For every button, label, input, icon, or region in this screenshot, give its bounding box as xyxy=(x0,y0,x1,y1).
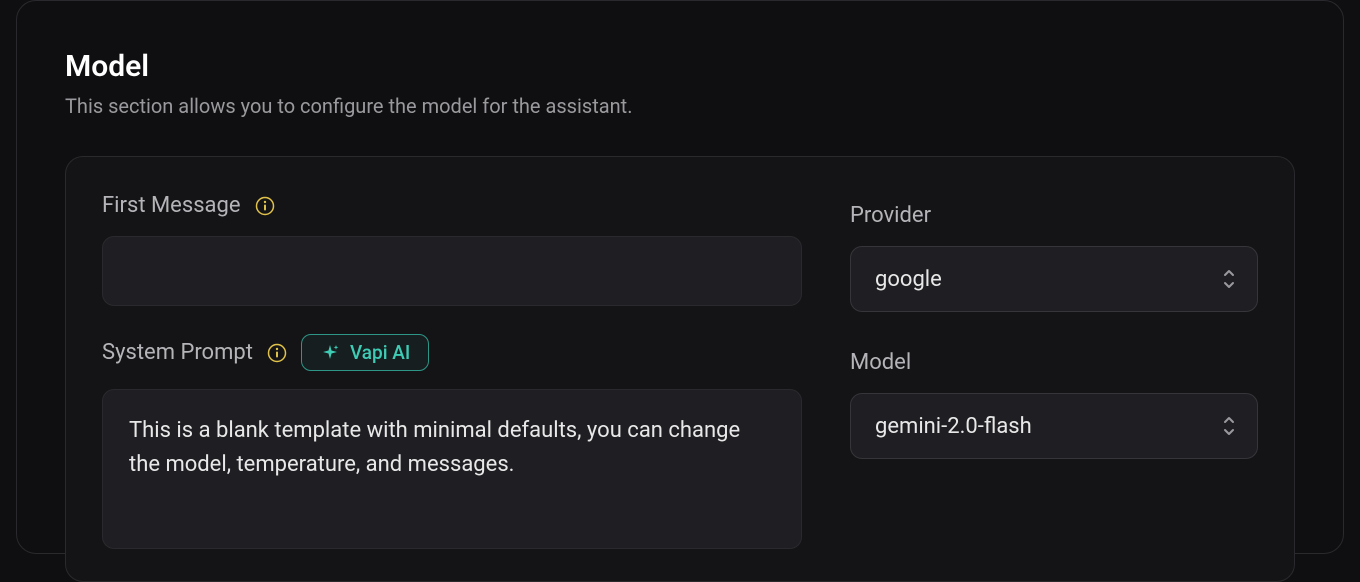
system-prompt-textarea[interactable]: This is a blank template with minimal de… xyxy=(102,389,802,549)
first-message-label-row: First Message xyxy=(102,193,802,218)
vapi-ai-badge[interactable]: Vapi AI xyxy=(301,334,429,371)
system-prompt-label-row: System Prompt Vapi AI xyxy=(102,334,802,371)
right-column: Provider google Model gemini-2.0-flash xyxy=(850,193,1258,581)
provider-group: Provider google xyxy=(850,203,1258,312)
left-column: First Message System Prompt xyxy=(102,193,802,581)
first-message-label: First Message xyxy=(102,193,241,218)
model-config-card: First Message System Prompt xyxy=(65,156,1295,582)
model-select[interactable]: gemini-2.0-flash xyxy=(850,393,1258,459)
model-section-panel: Model This section allows you to configu… xyxy=(16,0,1344,554)
first-message-input[interactable] xyxy=(102,236,802,306)
provider-select-value: google xyxy=(875,267,942,292)
info-icon[interactable] xyxy=(255,196,275,216)
section-subtitle: This section allows you to configure the… xyxy=(65,94,1295,118)
system-prompt-label: System Prompt xyxy=(102,340,253,365)
provider-select-wrap: google xyxy=(850,246,1258,312)
provider-label: Provider xyxy=(850,203,1258,228)
sparkle-icon xyxy=(320,343,340,363)
provider-select[interactable]: google xyxy=(850,246,1258,312)
info-icon[interactable] xyxy=(267,343,287,363)
model-select-value: gemini-2.0-flash xyxy=(875,414,1032,439)
first-message-group: First Message xyxy=(102,193,802,306)
system-prompt-group: System Prompt Vapi AI This is a xyxy=(102,334,802,553)
vapi-ai-badge-text: Vapi AI xyxy=(350,341,410,364)
model-label: Model xyxy=(850,350,1258,375)
model-select-wrap: gemini-2.0-flash xyxy=(850,393,1258,459)
model-group: Model gemini-2.0-flash xyxy=(850,350,1258,459)
section-title: Model xyxy=(65,49,1295,84)
